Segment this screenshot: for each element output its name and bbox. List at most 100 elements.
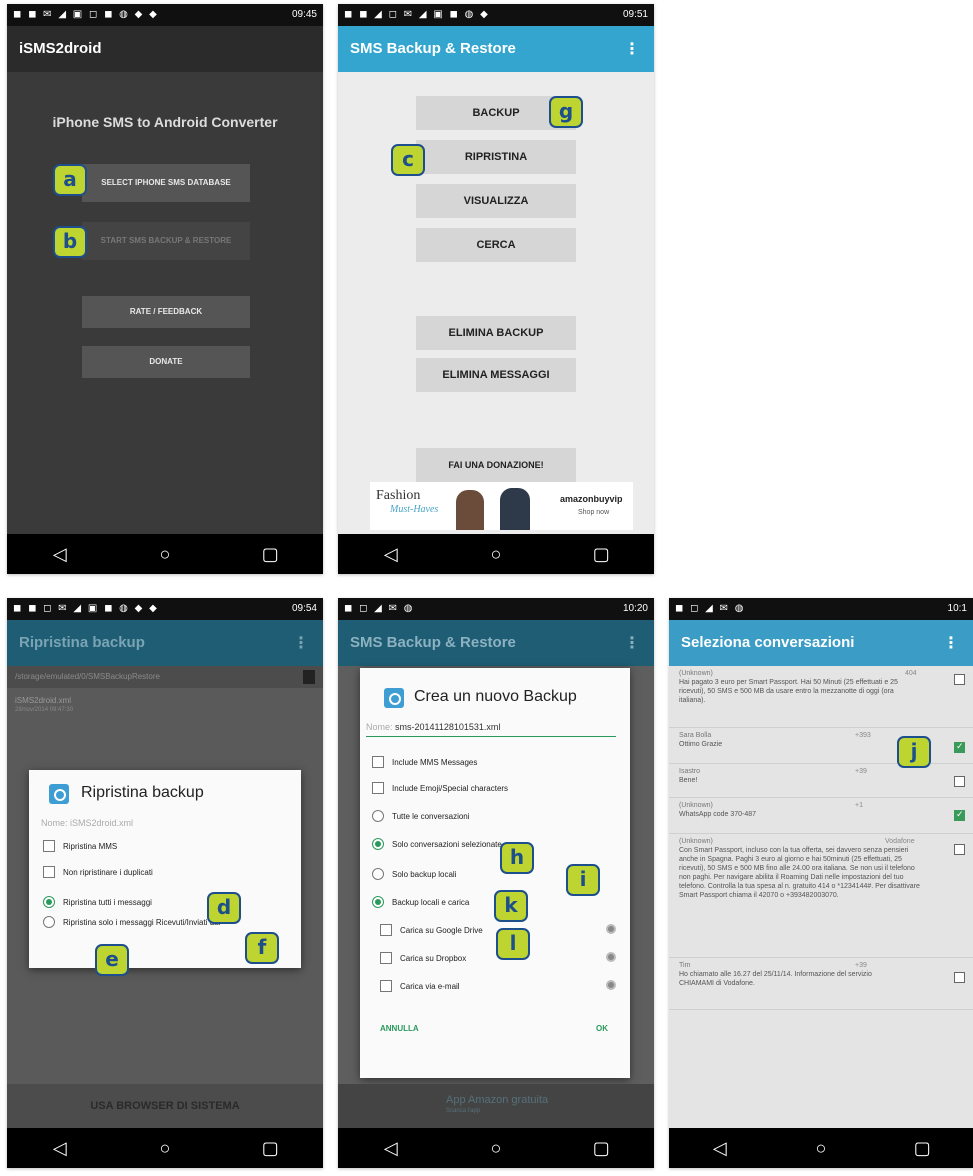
overflow-menu-icon[interactable]: ⋮ <box>943 633 959 653</box>
donation-button[interactable]: FAI UNA DONAZIONE! <box>416 448 576 482</box>
status-time: 09:51 <box>622 9 648 20</box>
contact-number: +39 <box>855 962 867 969</box>
recents-square-icon[interactable]: ▢ <box>902 1138 942 1159</box>
conversation-checkbox-checked[interactable] <box>954 810 965 821</box>
ad-brand-sub: Shop now <box>578 509 610 516</box>
google-drive-settings-gear-icon[interactable] <box>606 924 616 934</box>
ad-banner[interactable]: Fashion Must-Haves amazonbuyvip Shop now <box>370 482 633 530</box>
message-preview: WhatsApp code 370-487 <box>679 811 757 818</box>
home-circle-icon[interactable]: ○ <box>476 544 516 565</box>
name-value: iSMS2droid.xml <box>70 818 134 828</box>
file-list-item[interactable]: iSMS2droid.xml 28/nov/2014 09:47:30 <box>7 690 323 740</box>
conversation-item[interactable]: Isastro +39 Bene! <box>669 764 973 798</box>
conversation-item[interactable]: Tim +39 Ho chiamato alle 16.27 del 25/11… <box>669 958 973 1010</box>
option-label: Non ripristinare i duplicati <box>63 867 153 877</box>
callout-badge-c: c <box>391 144 425 176</box>
recents-square-icon[interactable]: ▢ <box>250 544 290 565</box>
contact-number: Vodafone <box>885 838 915 845</box>
checkbox-icon <box>43 866 55 878</box>
status-time: 09:54 <box>291 603 317 614</box>
option-label: Ripristina tutti i messaggi <box>63 897 152 907</box>
home-circle-icon[interactable]: ○ <box>145 544 185 565</box>
ok-button[interactable]: OK <box>596 1024 608 1033</box>
status-bar: ◼ ◻ ◢ ✉ ◍ 10:20 <box>338 598 654 620</box>
skip-duplicates-checkbox[interactable]: Non ripristinare i duplicati <box>43 866 153 878</box>
back-triangle-icon[interactable]: ◁ <box>371 1138 411 1159</box>
back-triangle-icon[interactable]: ◁ <box>40 544 80 565</box>
callout-badge-j: j <box>897 736 931 768</box>
back-triangle-icon[interactable]: ◁ <box>40 1138 80 1159</box>
recents-square-icon[interactable]: ▢ <box>581 1138 621 1159</box>
select-iphone-sms-database-button[interactable]: SELECT IPHONE SMS DATABASE <box>82 164 250 202</box>
include-mms-checkbox[interactable]: Include MMS Messages <box>372 756 477 768</box>
contact-name: Tim <box>679 962 691 969</box>
callout-badge-f: f <box>245 932 279 964</box>
selected-conversations-radio[interactable]: Solo conversazioni selezionate <box>372 838 502 850</box>
search-button[interactable]: CERCA <box>416 228 576 262</box>
restore-all-radio[interactable]: Ripristina tutti i messaggi <box>43 896 152 908</box>
recents-square-icon[interactable]: ▢ <box>581 544 621 565</box>
upload-dropbox-checkbox[interactable]: Carica su Dropbox <box>380 952 466 964</box>
conversation-checkbox[interactable] <box>954 776 965 787</box>
status-bar: ◼ ◻ ◢ ✉ ◍ 10:1 <box>669 598 973 620</box>
radio-icon <box>43 916 55 928</box>
phone-restore-backup: ◼ ◼ ◻ ✉ ◢ ▣ ◼ ◍ ◆ ◆ 09:54 Ripristina bac… <box>7 598 323 1168</box>
home-circle-icon[interactable]: ○ <box>145 1138 185 1159</box>
notification-icons: ◼ ◻ ◢ ✉ ◍ <box>675 603 746 614</box>
overflow-menu-icon[interactable]: ⋮ <box>624 39 640 59</box>
conversation-item[interactable]: (Unknown) Vodafone Con Smart Passport, i… <box>669 834 973 958</box>
ad-banner[interactable]: App Amazon gratuita Scarica l'app <box>338 1084 654 1128</box>
include-emoji-checkbox[interactable]: Include Emoji/Special characters <box>372 782 508 794</box>
rate-feedback-button[interactable]: RATE / FEEDBACK <box>82 296 250 328</box>
checkbox-icon <box>372 756 384 768</box>
checkbox-icon <box>43 840 55 852</box>
conversation-checkbox[interactable] <box>954 674 965 685</box>
status-bar: ◼ ◼ ◢ ◻ ✉ ◢ ▣ ◼ ◍ ◆ 09:51 <box>338 4 654 26</box>
restore-mms-checkbox[interactable]: Ripristina MMS <box>43 840 117 852</box>
overflow-menu-icon[interactable]: ⋮ <box>293 633 309 653</box>
cancel-button[interactable]: ANNULLA <box>380 1024 419 1033</box>
recents-square-icon[interactable]: ▢ <box>250 1138 290 1159</box>
name-label: Nome: <box>366 722 393 732</box>
all-conversations-radio[interactable]: Tutte le conversazioni <box>372 810 470 822</box>
status-time: 09:45 <box>291 9 317 20</box>
conversation-item[interactable]: (Unknown) 404 Hai pagato 3 euro per Smar… <box>669 666 973 728</box>
notification-icons: ◼ ◼ ◻ ✉ ◢ ▣ ◼ ◍ ◆ ◆ <box>13 603 159 614</box>
ad-title: App Amazon gratuita <box>446 1094 549 1106</box>
android-nav-bar: ◁ ○ ▢ <box>7 534 323 574</box>
phone-sms-backup-restore: ◼ ◼ ◢ ◻ ✉ ◢ ▣ ◼ ◍ ◆ 09:51 SMS Backup & R… <box>338 4 654 574</box>
checkbox-icon <box>380 924 392 936</box>
delete-messages-button[interactable]: ELIMINA MESSAGGI <box>416 358 576 392</box>
home-circle-icon[interactable]: ○ <box>476 1138 516 1159</box>
back-triangle-icon[interactable]: ◁ <box>700 1138 740 1159</box>
conversation-item[interactable]: (Unknown) +1 WhatsApp code 370-487 <box>669 798 973 834</box>
dropbox-settings-gear-icon[interactable] <box>606 952 616 962</box>
home-circle-icon[interactable]: ○ <box>801 1138 841 1159</box>
app-title: SMS Backup & Restore <box>350 40 516 57</box>
start-sms-backup-restore-button[interactable]: START SMS BACKUP & RESTORE <box>82 222 250 260</box>
conversation-checkbox[interactable] <box>954 844 965 855</box>
delete-backup-button[interactable]: ELIMINA BACKUP <box>416 316 576 350</box>
donate-button[interactable]: DONATE <box>82 346 250 378</box>
email-settings-gear-icon[interactable] <box>606 980 616 990</box>
option-label: Carica su Dropbox <box>400 953 467 963</box>
name-field[interactable]: Nome: sms-20141128101531.xml <box>366 722 616 737</box>
local-backup-and-upload-radio[interactable]: Backup locali e carica <box>372 896 469 908</box>
upload-google-drive-checkbox[interactable]: Carica su Google Drive <box>380 924 483 936</box>
upload-email-checkbox[interactable]: Carica via e-mail <box>380 980 460 992</box>
use-system-browser-button[interactable]: USA BROWSER DI SISTEMA <box>7 1084 323 1128</box>
message-preview: Hai pagato 3 euro per Smart Passport. Ha… <box>679 679 898 704</box>
overflow-menu-icon[interactable]: ⋮ <box>624 633 640 653</box>
callout-badge-h: h <box>500 842 534 874</box>
conversation-checkbox[interactable] <box>954 972 965 983</box>
radio-selected-icon <box>372 896 384 908</box>
view-button[interactable]: VISUALIZZA <box>416 184 576 218</box>
callout-badge-k: k <box>494 890 528 922</box>
callout-badge-a: a <box>53 164 87 196</box>
restore-partial-radio[interactable]: Ripristina solo i messaggi Ricevuti/Invi… <box>43 916 293 928</box>
folder-up-icon[interactable] <box>303 670 315 684</box>
back-triangle-icon[interactable]: ◁ <box>371 544 411 565</box>
local-backup-only-radio[interactable]: Solo backup locali <box>372 868 456 880</box>
restore-button[interactable]: RIPRISTINA <box>416 140 576 174</box>
conversation-checkbox-checked[interactable] <box>954 742 965 753</box>
